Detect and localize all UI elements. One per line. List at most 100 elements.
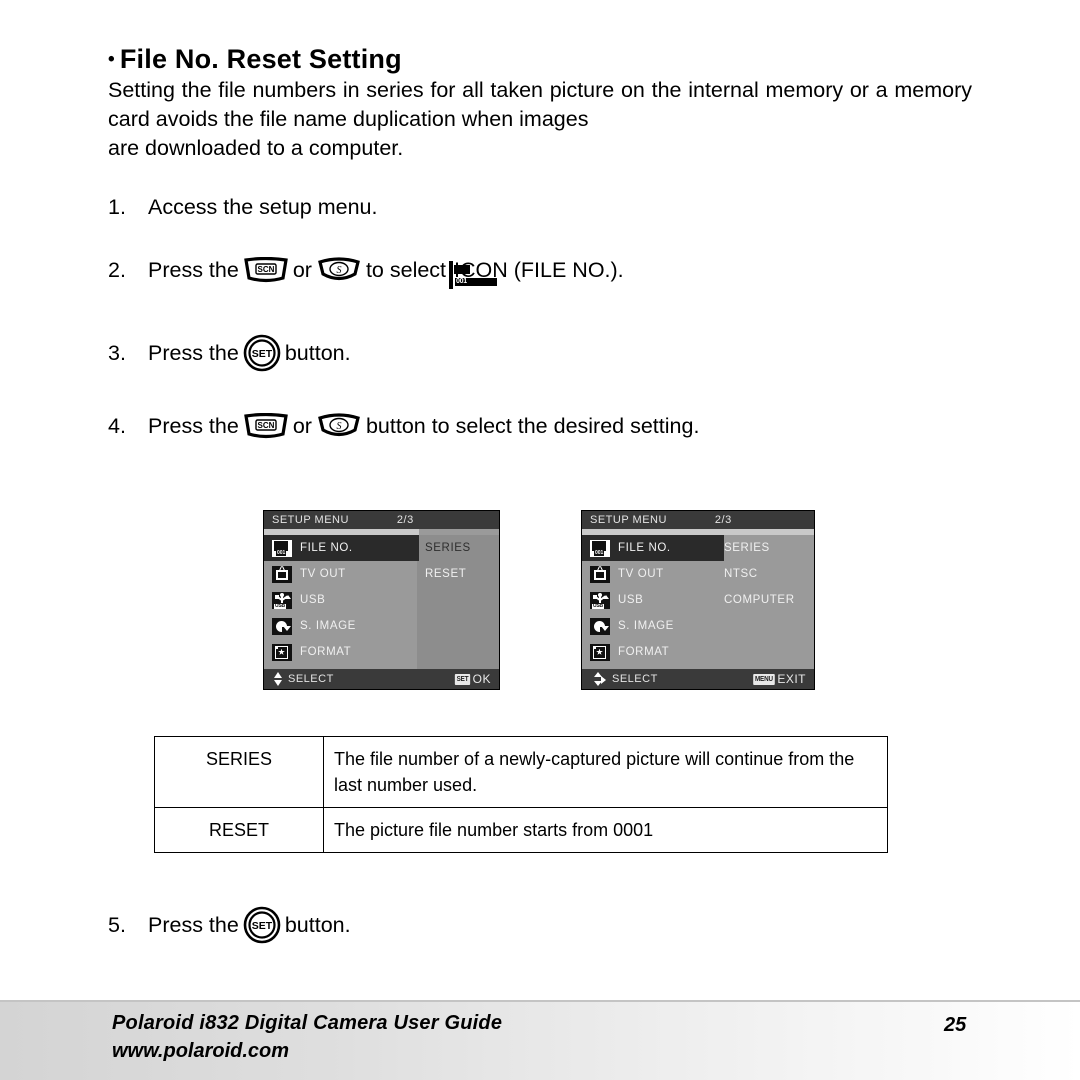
lcd1-header-page: 2/3: [396, 514, 414, 526]
scn-button-icon: SCN: [243, 257, 289, 283]
intro-line-1: Setting the file numbers in series for a…: [108, 78, 759, 102]
menu-key-badge: MENU: [752, 673, 775, 685]
file-no-icon: 001: [449, 261, 498, 289]
step-1-number: 1.: [108, 195, 126, 219]
step-4-text-before: Press the: [148, 414, 239, 438]
svg-text:S: S: [336, 265, 341, 276]
step-4: 4. Press the SCN or Sbutton to select the de…: [108, 411, 699, 441]
step-3: 3. Press the SET button.: [108, 334, 351, 372]
step-4-or: or: [292, 414, 312, 438]
settings-description-table: SERIES The file number of a newly-captur…: [154, 736, 888, 853]
step-2: 2. Press the SCN or Sto select 001 ICON (FILE …: [108, 255, 624, 290]
lcd2-footer-select: SELECT: [590, 671, 658, 687]
file-no-screen: [454, 265, 471, 274]
setup-menu-screen-1: SETUP MENU 2/3 SERIES RESET 001 FILE NO.…: [263, 510, 500, 690]
step-1-text: Access the setup menu.: [148, 195, 378, 219]
set-button-icon: SET: [243, 334, 281, 372]
lcd1-row-s-image[interactable]: S. IMAGE: [264, 613, 499, 639]
lcd2-header: SETUP MENU 2/3: [582, 511, 814, 529]
tv-out-icon: [590, 565, 610, 583]
lcd2-footer-exit: MENU EXIT: [752, 672, 806, 686]
table-cell-key-reset: RESET: [154, 807, 324, 853]
step-5-text-after: button.: [284, 913, 351, 937]
table-cell-desc-series: The file number of a newly-captured pict…: [323, 736, 888, 808]
footer-guide-title: Polaroid i832 Digital Camera User Guide: [112, 1012, 503, 1034]
startup-image-icon: [272, 617, 292, 635]
manual-page: • File No. Reset Setting Setting the file…: [0, 0, 1080, 1080]
lcd1-row-format[interactable]: FORMAT: [264, 639, 499, 665]
page-title-text: File No. Reset Setting: [119, 44, 402, 74]
lcd2-footer-select-label: SELECT: [612, 673, 658, 685]
series-desc-line-1: The file number of a newly-captured pict…: [334, 749, 825, 769]
lcd2-row-usb-label: USB: [618, 594, 644, 606]
lcd2-value-0[interactable]: SERIES: [720, 535, 814, 561]
table-cell-key-series: SERIES: [154, 736, 324, 808]
step-2-or: or: [292, 258, 312, 282]
step-3-text-after: button.: [284, 341, 351, 365]
up-down-arrows-icon: [272, 671, 282, 687]
file-no-icon: 001: [590, 539, 610, 557]
four-way-arrows-icon: [590, 671, 606, 687]
tv-out-icon: [272, 565, 292, 583]
lcd2-body: SERIES NTSC COMPUTER 001 FILE NO. TV OUT…: [582, 535, 814, 669]
step-1: 1. Access the setup menu.: [108, 192, 377, 222]
lcd1-row-s-image-label: S. IMAGE: [300, 620, 356, 632]
set-button-icon: SET: [243, 906, 281, 944]
format-icon: [272, 643, 292, 661]
step-5-text-before: Press the: [148, 913, 239, 937]
lcd2-row-s-image-label: S. IMAGE: [618, 620, 674, 632]
lcd2-value-list: SERIES NTSC COMPUTER: [720, 535, 814, 669]
step-5: 5. Press the SET button.: [108, 906, 351, 944]
lcd1-footer-ok-label: OK: [472, 672, 491, 686]
lcd1-footer-select: SELECT: [272, 671, 334, 687]
lcd1-body: SERIES RESET 001 FILE NO. TV OUT USB USB: [264, 535, 499, 669]
lcd2-footer: SELECT MENU EXIT: [582, 669, 814, 689]
self-timer-button-icon: S: [316, 413, 362, 439]
lcd2-row-tv-out-label: TV OUT: [618, 568, 664, 580]
lcd2-header-title: SETUP MENU: [590, 514, 667, 526]
lcd1-row-usb[interactable]: USB USB: [264, 587, 499, 613]
file-no-number: 001: [455, 278, 498, 286]
usb-icon: USB: [590, 591, 610, 609]
file-no-icon: 001: [272, 539, 292, 557]
lcd2-header-page: 2/3: [714, 514, 732, 526]
lcd1-row-file-no-label: FILE NO.: [300, 542, 353, 554]
usb-icon: USB: [272, 591, 292, 609]
table-cell-desc-reset: The picture file number starts from 0001: [323, 807, 888, 853]
table-row: SERIES The file number of a newly-captur…: [154, 736, 888, 808]
lcd1-footer-select-label: SELECT: [288, 673, 334, 685]
lcd2-row-file-no-label: FILE NO.: [618, 542, 671, 554]
footer-page-number: 25: [944, 1014, 967, 1036]
lcd2-value-2[interactable]: COMPUTER: [720, 587, 814, 613]
step-2-number: 2.: [108, 258, 126, 282]
svg-text:S: S: [336, 421, 341, 432]
self-timer-button-icon: S: [316, 257, 362, 283]
table-row: RESET The picture file number starts fro…: [154, 807, 888, 853]
lcd1-footer-ok: SET OK: [454, 672, 491, 686]
lcd1-row-file-no[interactable]: 001 FILE NO.: [264, 535, 499, 561]
format-icon: [590, 643, 610, 661]
lcd1-row-tv-out[interactable]: TV OUT: [264, 561, 499, 587]
svg-text:SCN: SCN: [257, 421, 274, 430]
svg-text:SET: SET: [252, 920, 273, 932]
step-3-number: 3.: [108, 341, 126, 365]
lcd1-header: SETUP MENU 2/3: [264, 511, 499, 529]
footer-divider: [0, 1000, 1080, 1002]
bullet-glyph: •: [108, 49, 115, 70]
lcd1-row-format-label: FORMAT: [300, 646, 352, 658]
lcd1-menu-list: 001 FILE NO. TV OUT USB USB S. IMAGE FOR…: [264, 535, 499, 669]
step-5-number: 5.: [108, 913, 126, 937]
lcd1-row-tv-out-label: TV OUT: [300, 568, 346, 580]
intro-paragraph: Setting the file numbers in series for a…: [108, 76, 972, 163]
setup-menu-screen-2: SETUP MENU 2/3 SERIES NTSC COMPUTER 001 …: [581, 510, 815, 690]
lcd2-value-1[interactable]: NTSC: [720, 561, 814, 587]
startup-image-icon: [590, 617, 610, 635]
lcd1-footer: SELECT SET OK: [264, 669, 499, 689]
step-3-text-before: Press the: [148, 341, 239, 365]
svg-text:SCN: SCN: [257, 265, 274, 274]
step-4-number: 4.: [108, 414, 126, 438]
intro-line-3: are downloaded to a computer.: [108, 136, 404, 160]
lcd2-row-format-label: FORMAT: [618, 646, 670, 658]
lcd1-header-title: SETUP MENU: [272, 514, 349, 526]
page-title: • File No. Reset Setting: [108, 44, 402, 75]
